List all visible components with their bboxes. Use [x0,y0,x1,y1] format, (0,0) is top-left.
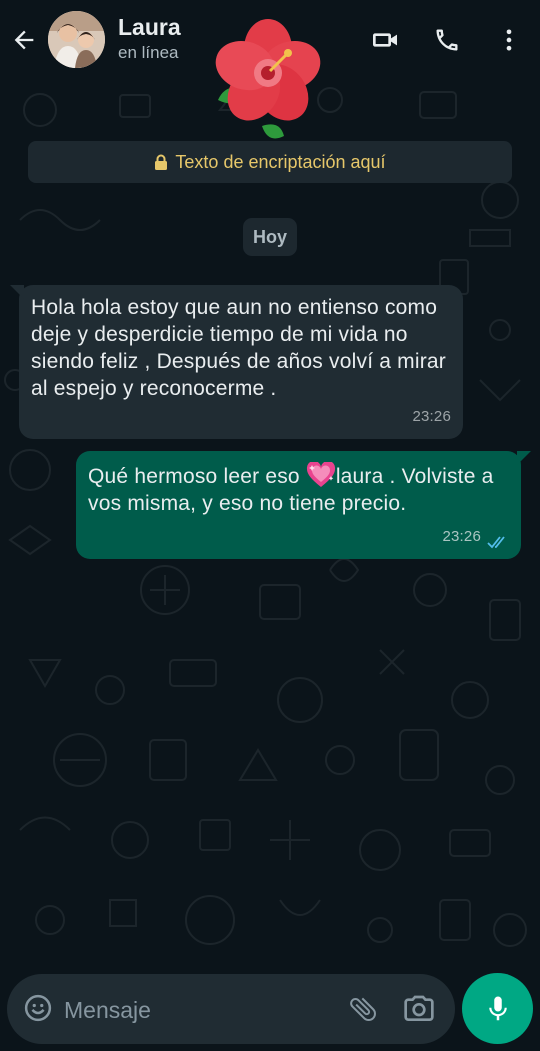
video-call-icon [373,33,397,47]
emoji-icon [24,994,52,1022]
date-chip: Hoy [243,218,297,256]
lock-icon [155,154,168,170]
chat-header: Laura en línea [0,0,540,139]
voice-call-button[interactable] [429,22,465,58]
bubble-tail [517,451,531,465]
message-text: Hola hola estoy que aun no entienso como… [31,296,446,400]
encryption-notice[interactable]: Texto de encriptación aquí [28,141,512,183]
emoji-button[interactable] [21,991,55,1025]
hibiscus-icon [215,19,321,139]
attach-button[interactable] [345,991,381,1027]
encryption-text: Texto de encriptación aquí [175,151,386,172]
contact-name[interactable]: Laura [118,14,181,41]
more-vertical-icon [506,29,512,51]
double-check-icon [487,536,505,549]
contact-avatar[interactable] [48,11,105,68]
more-options-button[interactable] [491,22,527,58]
video-call-button[interactable] [367,22,403,58]
avatar-photo-icon [48,11,105,68]
message-text: Qué hermoso leer eso laura . Volviste a … [88,462,508,517]
microphone-icon [488,996,507,1020]
back-button[interactable] [6,22,42,58]
camera-icon [404,995,434,1021]
message-composer [7,974,455,1044]
contact-status: en línea [118,43,179,62]
message-text-part: Qué hermoso leer eso [88,465,306,488]
outgoing-message-bubble[interactable]: Qué hermoso leer eso laura . Volviste a … [76,451,531,559]
message-input[interactable] [62,989,336,1031]
message-time: 23:26 [442,528,481,545]
message-time: 23:26 [412,408,451,425]
arrow-left-icon [14,30,34,50]
sparkling-heart-icon [306,462,335,487]
paperclip-icon [350,997,376,1022]
bubble-tail [10,285,24,299]
chat-screen: Laura en línea Texto de encriptación aqu… [0,0,540,1051]
camera-button[interactable] [401,991,437,1027]
phone-icon [436,29,458,51]
incoming-message-bubble[interactable]: Hola hola estoy que aun no entienso como… [10,285,463,439]
voice-message-button[interactable] [462,973,533,1044]
